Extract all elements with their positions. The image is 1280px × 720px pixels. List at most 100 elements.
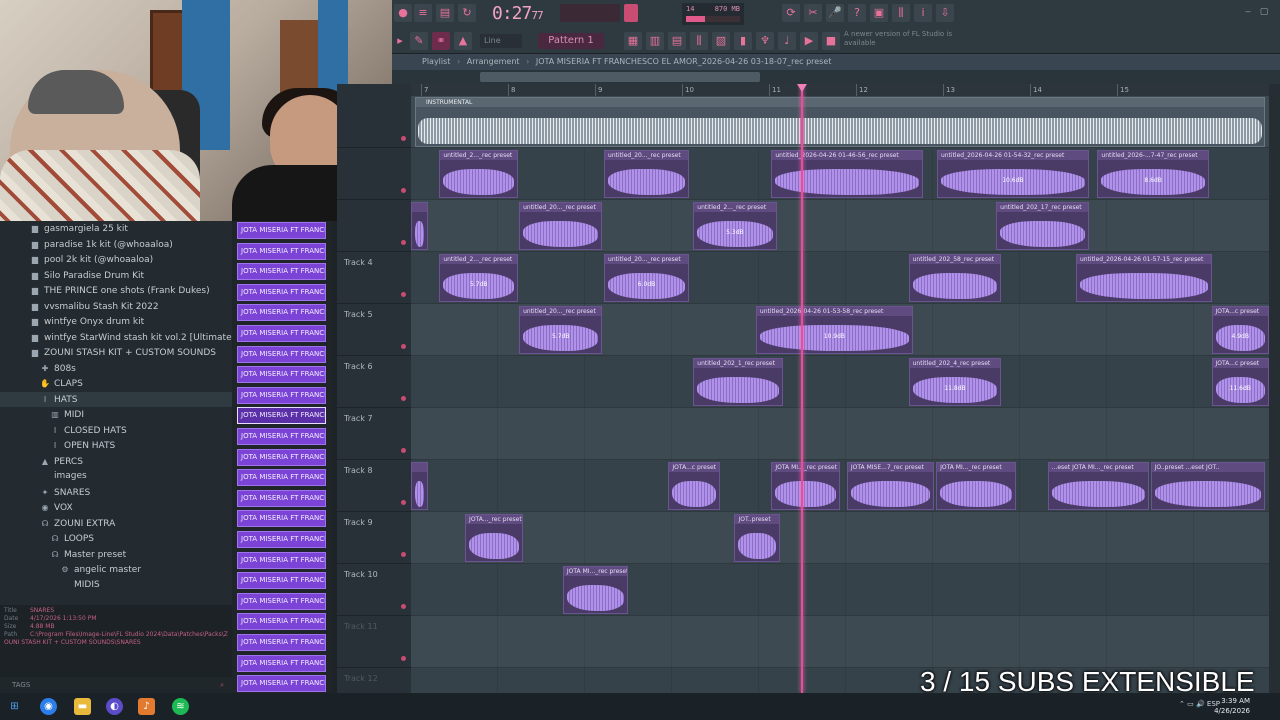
audio-clip[interactable]: untitled_2..._rec preset 5.7dB [439,254,519,302]
pencil-icon[interactable]: ✎ [410,32,428,50]
pattern-item[interactable]: JOTA MISERIA FT FRANCH... [237,428,326,445]
track-mute-led[interactable] [401,604,406,609]
audio-clip[interactable]: untitled_20..._rec preset [519,202,603,250]
pattern-item[interactable]: JOTA MISERIA FT FRANCH... [237,242,326,260]
browser-item[interactable]: ▆ wintfye StarWind stash kit vol.2 [Ultim… [0,330,232,345]
browser-item[interactable]: ▆ pool 2k kit (@whoaaloa) [0,252,232,267]
browser-item[interactable]: ▆ wintfye Onyx drum kit [0,314,232,329]
pattern-item[interactable]: JOTA MISERIA FT FRANCH... [237,572,326,590]
browser-item[interactable]: ▆ Silo Paradise Drum Kit [0,268,232,283]
plugin-icon[interactable]: ♆ [756,32,774,50]
track-mute-led[interactable] [401,448,406,453]
ruler-bar-label[interactable]: 13 [943,84,1030,96]
instrumental-clip[interactable]: INSTRUMENTAL [415,97,1265,147]
maximize-icon[interactable]: ▢ [1258,6,1270,18]
info-icon[interactable]: i [914,4,932,22]
export-icon[interactable]: ⇩ [936,4,954,22]
audio-clip[interactable]: untitled_20..._rec preset 6.0dB [604,254,689,302]
browser-item[interactable]: ▆ paradise 1k kit (@whoaaloa) [0,237,232,252]
browser-item[interactable]: ▆ vvsmalibu Stash Kit 2022 [0,299,232,314]
playhead[interactable] [796,84,807,693]
stop-icon[interactable]: ■ [822,32,840,50]
pattern-item[interactable]: JOTA MISERIA FT FRANCH... [237,551,326,569]
mixer-window-icon[interactable]: ⫼ [690,32,708,50]
ruler-bar-label[interactable]: 11 [769,84,856,96]
master-pitch-icon[interactable] [624,4,638,22]
audio-clip[interactable]: untitled_2026-04-26 01-57-15_rec preset [1075,254,1212,302]
audio-clip[interactable] [411,462,429,510]
track-header[interactable] [337,200,411,252]
audio-clip[interactable]: untitled_2026-04-26 01-53-58_rec preset 1… [755,306,913,354]
ruler-bar-label[interactable]: 10 [682,84,769,96]
minimize-icon[interactable]: ‒ [1242,6,1254,18]
audio-clip[interactable]: untitled_2..._rec preset 5.3dB [693,202,777,250]
audio-clip[interactable]: JO..preset ...eset JOT.. [1150,462,1265,510]
track-lane[interactable] [411,616,1269,668]
song-mode-icon[interactable]: ≡ [414,4,432,22]
ruler-bar-label[interactable]: 8 [508,84,595,96]
ruler-bar-label[interactable]: 14 [1030,84,1117,96]
playlist-title-bar[interactable]: Playlist › Arrangement › JOTA MISERIA FT… [392,54,1280,70]
pattern-item[interactable]: JOTA MISERIA FT FRANCH... [237,263,326,281]
browser-item[interactable]: ▆ ZOUNI STASH KIT + CUSTOM SOUNDS [0,345,232,360]
refresh-icon[interactable]: ⟳ [782,4,800,22]
news-panel[interactable]: A newer version of FL Studio is availabl… [844,30,954,50]
save-icon[interactable]: ▣ [870,4,888,22]
browser-item[interactable]: ⚙ angelic master [0,562,232,577]
time-display[interactable]: 0:2777 [492,3,554,25]
timeline-ruler[interactable]: 7 8 9 10 11 12 13 14 15 [411,84,1269,96]
track-mute-led[interactable] [401,240,406,245]
tags-bar[interactable]: TAGS ⌕ [0,677,232,693]
pattern-selector[interactable]: Pattern 1 [538,33,604,49]
audio-clip[interactable] [411,202,429,250]
ruler-bar-label[interactable]: 12 [856,84,943,96]
browser-item[interactable]: ▆ THE PRINCE one shots (Frank Dukes) [0,283,232,298]
browser-item[interactable]: ✦ SNARES [0,485,232,500]
browser-item[interactable]: MIDIS [0,578,232,593]
audio-clip[interactable]: JOTA...c preset 4.9dB [1211,306,1269,354]
track-mute-led[interactable] [401,292,406,297]
pattern-item[interactable]: JOTA MISERIA FT FRANCH... [237,345,326,363]
pattern-item[interactable]: JOTA MISERIA FT FRANCH... [237,407,326,425]
cut-icon[interactable]: ✂ [804,4,822,22]
track-header[interactable]: Track 10 [337,564,411,616]
track-header[interactable]: Track 9 [337,512,411,564]
chrome-icon[interactable]: ◉ [40,698,57,715]
audio-clip[interactable]: JOTA MI..._rec preset [936,462,1016,510]
fl-studio-icon[interactable]: ♪ [138,698,155,715]
track-header[interactable]: Track 7 [337,408,411,460]
browser-item[interactable]: ☊ LOOPS [0,531,232,546]
track-mute-led[interactable] [401,136,406,141]
audio-clip[interactable]: untitled_202_4_rec preset 11.8dB [908,358,1002,406]
audio-clip[interactable]: JOTA...c preset [668,462,720,510]
windows-start-icon[interactable]: ⊞ [6,698,23,715]
mic-icon[interactable]: 🎤 [826,4,844,22]
track-header[interactable]: Track 11 [337,616,411,668]
audio-clip[interactable]: JOTA...c preset 11.6dB [1211,358,1269,406]
browser-item[interactable]: ☊ ZOUNI EXTRA [0,516,232,531]
pattern-item[interactable]: JOTA MISERIA FT FRANCH... [237,489,326,507]
record-icon[interactable]: ● [394,4,412,22]
pattern-item[interactable]: JOTA MISERIA FT FRANCH... [237,613,326,631]
playlist-icon[interactable]: ▦ [624,32,642,50]
browser-item[interactable]: Ι HATS [0,391,232,407]
arrangement-label[interactable]: Arrangement [467,57,520,66]
mixer-icon[interactable]: ⫼ [892,4,910,22]
pattern-item[interactable]: JOTA MISERIA FT FRANCH... [237,675,326,693]
audio-clip[interactable]: untitled_202_1_rec preset [693,358,783,406]
pattern-item[interactable]: JOTA MISERIA FT FRANCH... [237,386,326,404]
arrow-icon[interactable]: ▸ [394,32,406,50]
pattern-item[interactable]: JOTA MISERIA FT FRANCH... [237,366,326,384]
pattern-item[interactable]: JOTA MISERIA FT FRANCH... [237,325,326,342]
audio-clip[interactable]: untitled_202_17_rec preset [996,202,1089,250]
pattern-item[interactable]: JOTA MISERIA FT FRANCH... [237,304,326,322]
file-explorer-icon[interactable]: ▬ [74,698,91,715]
audio-clip[interactable]: ...eset JOTA MI..._rec preset [1047,462,1149,510]
file-icon[interactable]: ▮ [734,32,752,50]
track-lane[interactable] [411,564,1269,616]
track-mute-led[interactable] [401,188,406,193]
metronome-icon[interactable]: ▲ [454,32,472,50]
audio-clip[interactable]: JOT..preset [734,514,780,562]
track-mute-led[interactable] [401,344,406,349]
audio-clip[interactable]: untitled_2026-04-26 01-54-32_rec preset 1… [936,150,1089,198]
